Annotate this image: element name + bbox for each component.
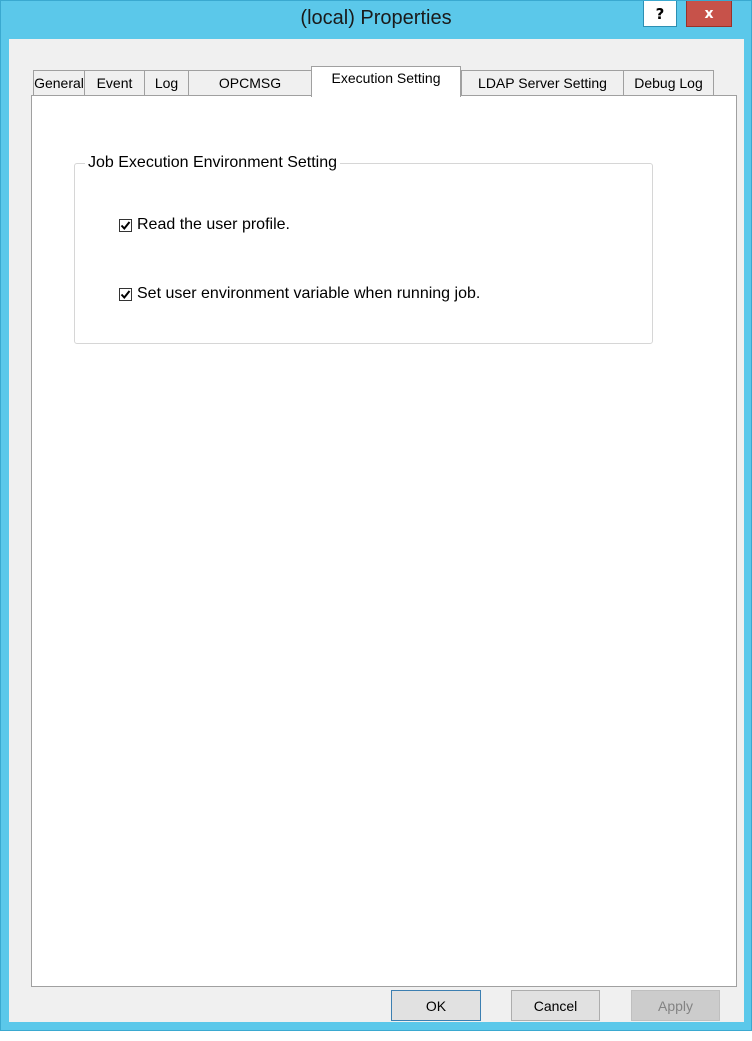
properties-window: (local) Properties ? x General Event Log… (0, 0, 752, 1031)
tab-panel-execution-setting: Job Execution Environment Setting Read t… (31, 95, 737, 987)
cancel-button[interactable]: Cancel (511, 990, 600, 1021)
tab-execution-setting[interactable]: Execution Setting (311, 66, 461, 97)
tab-strip: General Event Log OPCMSG Execution Setti… (33, 66, 733, 97)
window-title: (local) Properties (300, 7, 452, 29)
title-bar[interactable]: (local) Properties ? x (1, 1, 751, 39)
tab-log[interactable]: Log (144, 70, 189, 96)
close-button[interactable]: x (686, 1, 732, 27)
apply-button[interactable]: Apply (631, 990, 720, 1021)
checkmark-icon (120, 220, 131, 230)
read-user-profile-label: Read the user profile. (137, 216, 290, 233)
set-env-variable-checkbox[interactable] (119, 287, 132, 301)
close-icon: x (704, 5, 714, 22)
help-button[interactable]: ? (643, 1, 677, 27)
dialog-client-area: General Event Log OPCMSG Execution Setti… (9, 39, 744, 1022)
set-env-variable-label: Set user environment variable when runni… (137, 285, 481, 302)
job-execution-group: Job Execution Environment Setting Read t… (74, 154, 653, 344)
help-icon: ? (655, 4, 665, 23)
group-title: Job Execution Environment Setting (85, 154, 341, 172)
ok-button[interactable]: OK (391, 990, 481, 1021)
tab-event[interactable]: Event (84, 70, 145, 96)
read-user-profile-option[interactable]: Read the user profile. (119, 215, 290, 235)
tab-ldap-server-setting[interactable]: LDAP Server Setting (461, 70, 624, 96)
checkmark-icon (120, 289, 131, 299)
tab-opcmsg[interactable]: OPCMSG (188, 70, 312, 96)
set-env-variable-option[interactable]: Set user environment variable when runni… (119, 284, 480, 304)
tab-debug-log[interactable]: Debug Log (623, 70, 714, 96)
read-user-profile-checkbox[interactable] (119, 218, 132, 232)
tab-general[interactable]: General (33, 70, 85, 96)
